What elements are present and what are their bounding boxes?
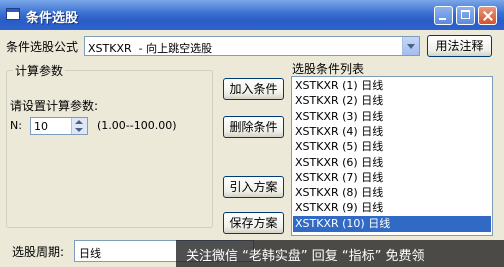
list-item[interactable]: XSTKXR (8) 日线 [293, 185, 491, 201]
list-item[interactable]: XSTKXR (7) 日线 [293, 170, 491, 186]
list-item[interactable]: XSTKXR (3) 日线 [293, 109, 491, 125]
usage-notes-button[interactable]: 用法注释 [427, 35, 492, 57]
period-label: 选股周期: [12, 245, 65, 259]
watermark-text: 关注微信 “老韩实盘” 回复 “指标” 免费领 [186, 249, 425, 264]
save-scheme-button[interactable]: 保存方案 [223, 212, 284, 234]
list-item[interactable]: XSTKXR (4) 日线 [293, 124, 491, 140]
import-scheme-button[interactable]: 引入方案 [223, 176, 284, 198]
list-item[interactable]: XSTKXR (5) 日线 [293, 139, 491, 155]
spin-arrows-icon[interactable] [71, 118, 87, 134]
add-condition-button[interactable]: 加入条件 [223, 78, 284, 100]
chevron-down-icon[interactable] [402, 37, 419, 55]
watermark-banner: 关注微信 “老韩实盘” 回复 “指标” 免费领 [176, 240, 504, 267]
delete-condition-button[interactable]: 删除条件 [223, 116, 284, 138]
n-stepper[interactable]: 10 [30, 117, 88, 135]
list-item[interactable]: XSTKXR (9) 日线 [293, 200, 491, 216]
conditions-header: 选股条件列表 [292, 62, 365, 76]
minimize-button[interactable] [434, 6, 453, 25]
formula-value: XSTKXR - 向上跳空选股 [88, 42, 213, 55]
params-prompt: 请设置计算参数: [10, 99, 99, 113]
window-title: 条件选股 [26, 11, 79, 26]
conditions-list[interactable]: XSTKXR (1) 日线 XSTKXR (2) 日线 XSTKXR (3) 日线 X… [291, 76, 493, 236]
list-item[interactable]: XSTKXR (10) 日线 [293, 215, 491, 232]
title-bar: 条件选股 [0, 0, 504, 30]
period-value: 日线 [79, 247, 101, 260]
list-item[interactable]: XSTKXR (1) 日线 [293, 78, 491, 94]
list-item[interactable]: XSTKXR (6) 日线 [293, 155, 491, 171]
list-item[interactable]: XSTKXR (2) 日线 [293, 93, 491, 109]
n-value: 10 [34, 120, 48, 133]
window-icon [6, 8, 20, 20]
n-label: N: [10, 119, 22, 132]
close-button[interactable] [478, 6, 497, 25]
formula-select[interactable]: XSTKXR - 向上跳空选股 [84, 36, 420, 56]
maximize-button[interactable] [456, 6, 475, 25]
formula-label: 条件选股公式 [6, 40, 79, 54]
params-group [6, 70, 213, 228]
n-range: (1.00--100.00) [97, 119, 177, 132]
params-group-title: 计算参数 [13, 62, 66, 79]
